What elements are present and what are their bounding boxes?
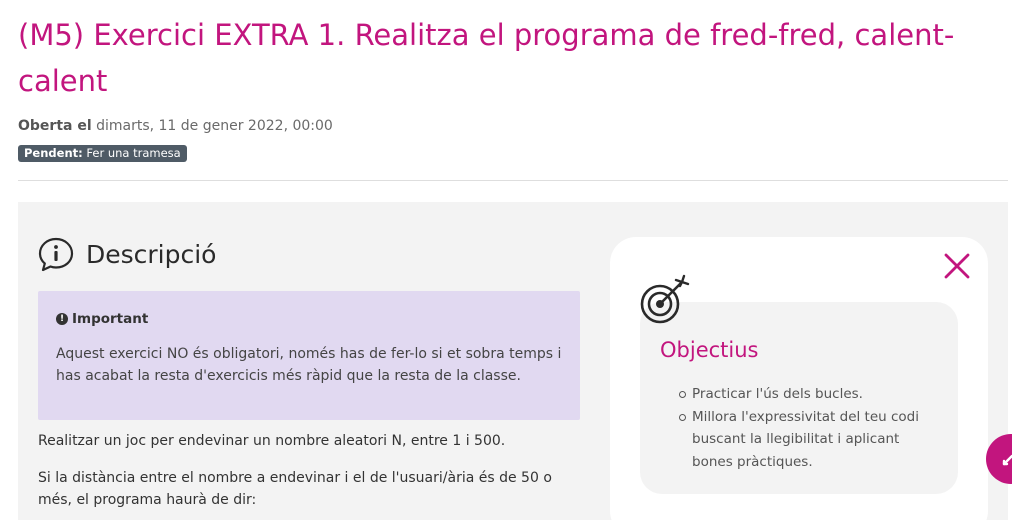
important-heading: ! Important	[56, 311, 562, 327]
important-text: Aquest exercici NO és obligatori, només …	[56, 346, 562, 384]
objective-item: Practicar l'ús dels bucles.	[679, 383, 942, 406]
status-label: Pendent:	[24, 146, 83, 160]
activity-dates: Oberta el dimarts, 11 de gener 2022, 00:…	[18, 118, 333, 134]
description-title: Descripció	[86, 240, 217, 269]
opened-date: dimarts, 11 de gener 2022, 00:00	[96, 118, 333, 134]
objectives-list: Practicar l'ús dels bucles. Millora l'ex…	[679, 383, 942, 474]
description-paragraph-2: Si la distància entre el nombre a endevi…	[38, 470, 552, 508]
target-icon	[640, 274, 690, 324]
status-value: Fer una tramesa	[86, 146, 181, 160]
opened-label: Oberta el	[18, 118, 92, 134]
page-title: (M5) Exercici EXTRA 1. Realitza el progr…	[18, 18, 955, 98]
exclamation-icon: !	[56, 313, 68, 325]
info-icon	[38, 237, 74, 272]
objectives-title: Objectius	[660, 338, 759, 362]
divider	[18, 180, 1008, 181]
description-paragraph-1: Realitzar un joc per endevinar un nombre…	[38, 433, 506, 449]
expand-icon	[1002, 454, 1012, 466]
status-badge: Pendent: Fer una tramesa	[18, 145, 187, 162]
important-notice: ! Important Aquest exercici NO és obliga…	[38, 291, 580, 420]
close-icon[interactable]	[943, 252, 971, 280]
important-title: Important	[72, 311, 149, 327]
objective-item: Millora l'expressivitat del teu codi bus…	[679, 406, 942, 474]
